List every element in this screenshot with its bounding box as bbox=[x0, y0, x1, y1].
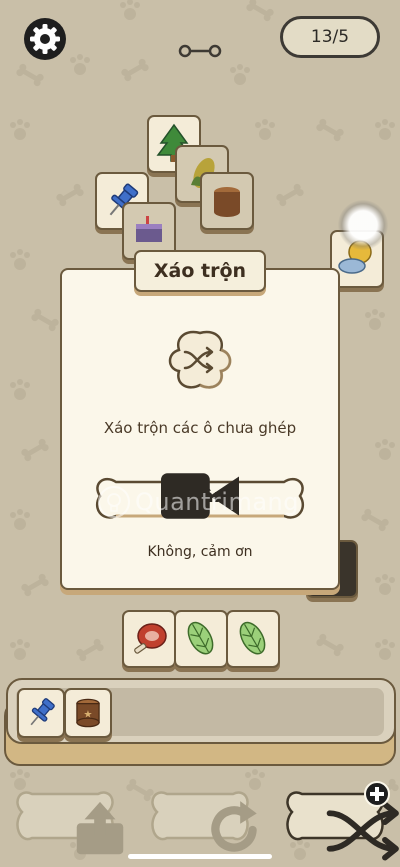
home-indicator[interactable] bbox=[128, 854, 272, 859]
refresh-button[interactable] bbox=[151, 786, 257, 852]
settings-button[interactable] bbox=[24, 18, 66, 60]
add-shuffle-button[interactable] bbox=[364, 781, 390, 807]
slot-tile-pushpin bbox=[17, 688, 65, 738]
plus-icon bbox=[370, 787, 384, 801]
decline-link[interactable]: Không, cảm ơn bbox=[60, 544, 340, 560]
tile-meat[interactable] bbox=[122, 610, 176, 668]
undo-icon bbox=[76, 801, 124, 855]
shuffle-icon bbox=[168, 330, 232, 389]
tile-cabbage[interactable] bbox=[226, 610, 280, 668]
tile-tree-stump[interactable] bbox=[200, 172, 254, 230]
tile-cabbage[interactable] bbox=[174, 610, 228, 668]
level-counter-text: 13/5 bbox=[310, 27, 350, 47]
refresh-icon bbox=[211, 801, 257, 852]
shuffle-icon bbox=[326, 801, 399, 861]
level-counter: 13/5 bbox=[280, 16, 380, 58]
undo-button[interactable] bbox=[16, 786, 124, 855]
accept-button[interactable]: Nhận bbox=[94, 470, 306, 530]
dialog-title-banner: Xáo trộn bbox=[134, 250, 266, 292]
video-camera-icon bbox=[161, 473, 239, 519]
gear-icon bbox=[30, 24, 60, 54]
dialog-title: Xáo trộn bbox=[153, 260, 247, 282]
dialog-description: Xáo trộn các ô chưa ghép bbox=[103, 419, 297, 437]
accept-button-content: Nhận bbox=[94, 470, 306, 522]
hint-glow bbox=[338, 200, 388, 250]
svg-text:★: ★ bbox=[83, 709, 92, 720]
slot-tile-tree-stump: ★ bbox=[64, 688, 112, 738]
progress-track-icon bbox=[178, 44, 222, 58]
